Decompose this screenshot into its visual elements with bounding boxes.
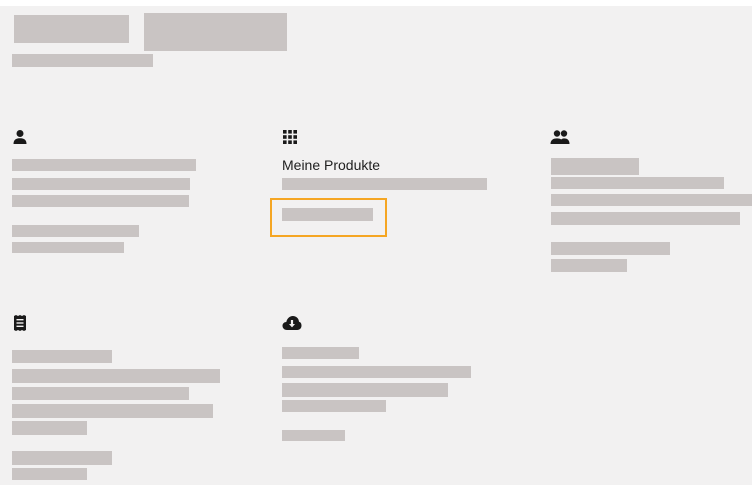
profile-link-skeleton[interactable] <box>12 242 124 253</box>
invoices-line-skeleton <box>12 421 87 435</box>
downloads-line-skeleton <box>282 347 359 359</box>
downloads-link-skeleton[interactable] <box>282 430 345 441</box>
header-title-skeleton-2 <box>144 13 287 51</box>
invoices-link-skeleton[interactable] <box>12 468 87 480</box>
users-line-skeleton <box>551 177 724 189</box>
invoices-line-skeleton <box>12 404 213 418</box>
cloud-download-icon <box>282 315 302 331</box>
invoices-line-skeleton <box>12 387 189 400</box>
products-description-skeleton <box>282 178 487 190</box>
grid-icon <box>282 129 298 145</box>
users-link-skeleton[interactable] <box>551 259 627 272</box>
receipt-icon <box>13 315 27 331</box>
downloads-line-skeleton <box>282 400 386 412</box>
people-icon <box>550 129 570 145</box>
users-line-skeleton <box>551 194 752 206</box>
users-line-skeleton <box>551 158 639 175</box>
profile-line-skeleton <box>12 159 196 171</box>
invoices-line-skeleton <box>12 350 112 363</box>
users-line-skeleton <box>551 212 740 225</box>
users-link-skeleton[interactable] <box>551 242 670 255</box>
person-icon <box>12 129 28 145</box>
invoices-line-skeleton <box>12 369 220 383</box>
profile-link-skeleton[interactable] <box>12 225 139 237</box>
header-title-skeleton-1 <box>14 15 129 43</box>
header-subtitle-skeleton <box>12 54 153 67</box>
profile-line-skeleton <box>12 178 190 190</box>
invoices-link-skeleton[interactable] <box>12 451 112 465</box>
products-card-title: Meine Produkte <box>282 157 381 173</box>
downloads-line-skeleton <box>282 366 471 378</box>
profile-line-skeleton <box>12 195 189 207</box>
downloads-line-skeleton <box>282 383 448 397</box>
products-link-skeleton[interactable] <box>282 208 373 221</box>
